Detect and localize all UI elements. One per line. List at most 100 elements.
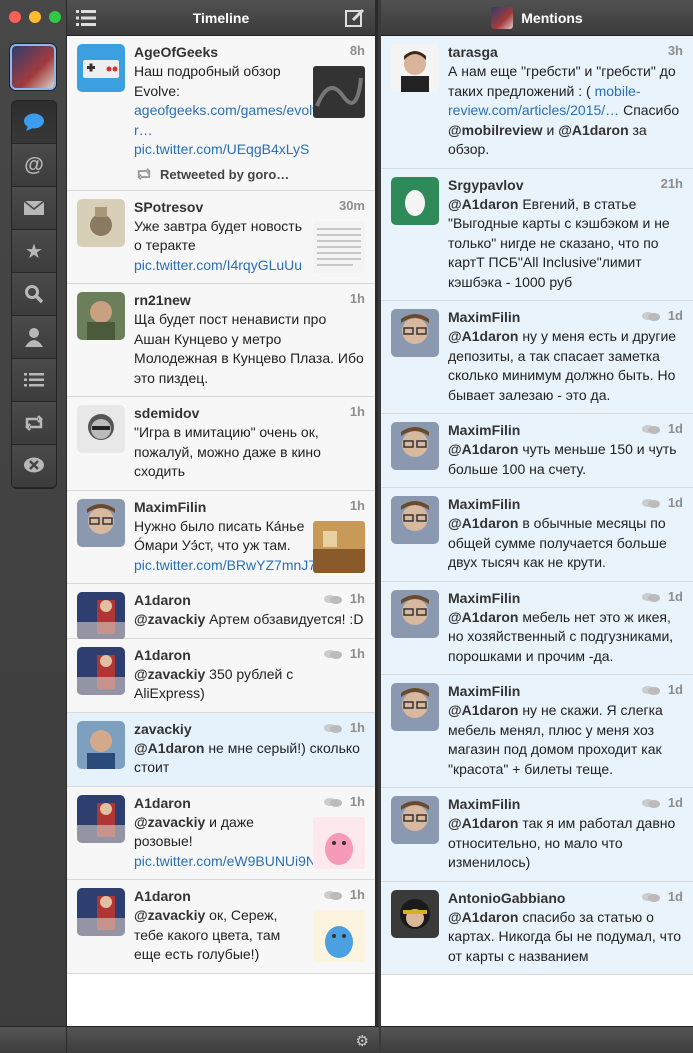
mention-link[interactable]: @A1daron (448, 609, 518, 625)
avatar[interactable] (77, 720, 125, 769)
zoom-button[interactable] (49, 11, 61, 23)
tweet-link[interactable]: pic.twitter.com/UEqgB4xLyS (134, 141, 309, 157)
mention-link[interactable]: @zavackiy (134, 611, 205, 627)
avatar[interactable] (391, 309, 439, 357)
tweet-cell[interactable]: AgeOfGeeks 8h Наш подробный обзор Evolve: … (67, 36, 375, 191)
media-thumbnail[interactable] (313, 520, 365, 573)
timeline-feed[interactable]: AgeOfGeeks 8h Наш подробный обзор Evolve: … (67, 36, 375, 1026)
mention-link[interactable]: @A1daron (448, 702, 518, 718)
tweet-username[interactable]: rn21new (134, 291, 366, 309)
tweet-cell[interactable]: rn21new 1h Ща будет пост ненависти про Аша… (67, 284, 375, 397)
mention-link[interactable]: @A1daron (448, 815, 518, 831)
tweet-cell[interactable]: A1daron 1h @zavackiy и даже розовые! pic.t… (67, 786, 375, 880)
tweet-cell[interactable]: zavackiy 1h @A1daron не мне серый!) скольк… (67, 712, 375, 787)
avatar[interactable] (77, 292, 125, 340)
tweet-cell[interactable]: SPotresov 30m Уже завтра будет новость о т… (67, 190, 375, 284)
conversation-icon[interactable] (324, 797, 342, 808)
conversation-icon[interactable] (642, 311, 660, 322)
mention-cell[interactable]: AntonioGabbiano 1d @A1daron спасибо за ста… (381, 881, 693, 975)
mention-link[interactable]: @A1daron (448, 328, 518, 344)
mention-cell[interactable]: MaximFilin 1d @A1daron ну не скажи. Я слег… (381, 675, 693, 788)
mentions-feed[interactable]: tarasga 3h А нам еще "гребсти" и "гребсти"… (381, 36, 693, 1026)
avatar[interactable] (391, 589, 439, 638)
media-thumbnail[interactable] (313, 910, 365, 962)
media-thumbnail[interactable] (313, 220, 365, 273)
avatar[interactable] (77, 646, 125, 695)
tweet-username[interactable]: sdemidov (134, 404, 366, 422)
conversation-icon[interactable] (642, 498, 660, 509)
sidebar-item-mentions[interactable]: @ (12, 144, 56, 187)
mention-cell[interactable]: Srgypavlov 21h @A1daron Евгений, в статье … (381, 168, 693, 301)
avatar[interactable] (391, 44, 439, 92)
mention-link[interactable]: @A1daron (448, 441, 518, 457)
tweet-cell[interactable]: A1daron 1h @zavackiy ок, Сереж, тебе каког… (67, 880, 375, 974)
tweet-cell[interactable]: A1daron 1h @zavackiy 350 рублей с AliExpre… (67, 638, 375, 713)
mention-cell[interactable]: MaximFilin 1d @A1daron чуть меньше 150 и ч… (381, 414, 693, 488)
sidebar-item-profile[interactable] (12, 316, 56, 359)
avatar[interactable] (391, 796, 439, 844)
avatar[interactable] (391, 422, 439, 470)
conversation-icon[interactable] (324, 594, 342, 605)
sidebar-item-favorites[interactable]: ★ (12, 230, 56, 273)
conversation-icon[interactable] (642, 424, 660, 435)
conversation-icon[interactable] (642, 798, 660, 809)
media-thumbnail[interactable] (313, 66, 365, 118)
retweeted-by-label[interactable]: Retweeted by goro… (160, 167, 289, 182)
tweet-link[interactable]: pic.twitter.com/I4rqyGLuUu (134, 257, 302, 273)
conversation-icon[interactable] (324, 723, 342, 734)
media-thumbnail[interactable] (313, 816, 365, 869)
conversation-icon[interactable] (324, 890, 342, 901)
tweet-cell[interactable]: A1daron 1h @zavackiy Артем обзавидуется! :… (67, 584, 375, 640)
avatar[interactable] (391, 889, 439, 938)
mention-cell[interactable]: MaximFilin 1d @A1daron так я им работал да… (381, 788, 693, 882)
avatar[interactable] (77, 498, 125, 547)
mention-link[interactable]: @mobilreview (448, 122, 543, 138)
sidebar-item-lists[interactable] (12, 359, 56, 402)
conversation-icon[interactable] (642, 685, 660, 696)
avatar[interactable] (77, 592, 125, 640)
tweet-username[interactable]: tarasga (448, 43, 684, 61)
tweet-username[interactable]: MaximFilin (134, 498, 366, 516)
mention-link[interactable]: @zavackiy (134, 814, 205, 830)
tweet-link[interactable]: ageofgeeks.com/games/evolve-r… (134, 102, 332, 138)
avatar[interactable] (391, 176, 439, 225)
sidebar-item-search[interactable] (12, 273, 56, 316)
sidebar-item-timeline[interactable] (12, 101, 56, 144)
avatar[interactable] (77, 198, 125, 247)
mention-link[interactable]: @A1daron (558, 122, 628, 138)
conversation-icon[interactable] (642, 592, 660, 603)
gear-icon[interactable]: ⚙ (356, 1032, 369, 1050)
tweet-username[interactable]: AgeOfGeeks (134, 43, 366, 61)
tweet-link[interactable]: pic.twitter.com/BRwYZ7mnJ7 (134, 557, 316, 573)
sidebar-item-retweets[interactable] (12, 402, 56, 445)
mention-cell[interactable]: MaximFilin 1d @A1daron в обычные месяцы по… (381, 488, 693, 582)
mention-link[interactable]: @A1daron (448, 515, 518, 531)
avatar[interactable] (77, 44, 125, 92)
list-menu-icon[interactable] (76, 9, 96, 27)
minimize-button[interactable] (29, 11, 41, 23)
mention-cell[interactable]: MaximFilin 1d @A1daron ну у меня есть и др… (381, 301, 693, 414)
tweet-link[interactable]: mobile-review.com/articles/2015/… (448, 83, 641, 119)
tweet-username[interactable]: Srgypavlov (448, 176, 684, 194)
tweet-cell[interactable]: sdemidov 1h "Игра в имитацию" очень ок, по… (67, 397, 375, 491)
avatar[interactable] (77, 794, 125, 843)
tweet-link[interactable]: pic.twitter.com/eW9BUNUi9N (134, 853, 316, 869)
mention-link[interactable]: @zavackiy (134, 907, 205, 923)
mention-link[interactable]: @A1daron (134, 740, 204, 756)
avatar[interactable] (391, 496, 439, 544)
tweet-cell[interactable]: MaximFilin 1h Нужно было писать Ка́нье О́м… (67, 490, 375, 584)
avatar[interactable] (77, 888, 125, 936)
sidebar-item-mutes[interactable] (12, 445, 56, 488)
avatar[interactable] (77, 405, 125, 453)
mention-link[interactable]: @zavackiy (134, 666, 205, 682)
sidebar-item-messages[interactable] (12, 187, 56, 230)
compose-icon[interactable] (345, 8, 365, 28)
avatar[interactable] (391, 683, 439, 731)
mention-cell[interactable]: tarasga 3h А нам еще "гребсти" и "гребсти"… (381, 36, 693, 169)
account-avatar[interactable] (10, 44, 56, 90)
conversation-icon[interactable] (324, 649, 342, 660)
mention-link[interactable]: @A1daron (448, 909, 518, 925)
close-button[interactable] (9, 11, 21, 23)
mention-cell[interactable]: MaximFilin 1d @A1daron мебель нет это ж ик… (381, 581, 693, 675)
conversation-icon[interactable] (642, 892, 660, 903)
